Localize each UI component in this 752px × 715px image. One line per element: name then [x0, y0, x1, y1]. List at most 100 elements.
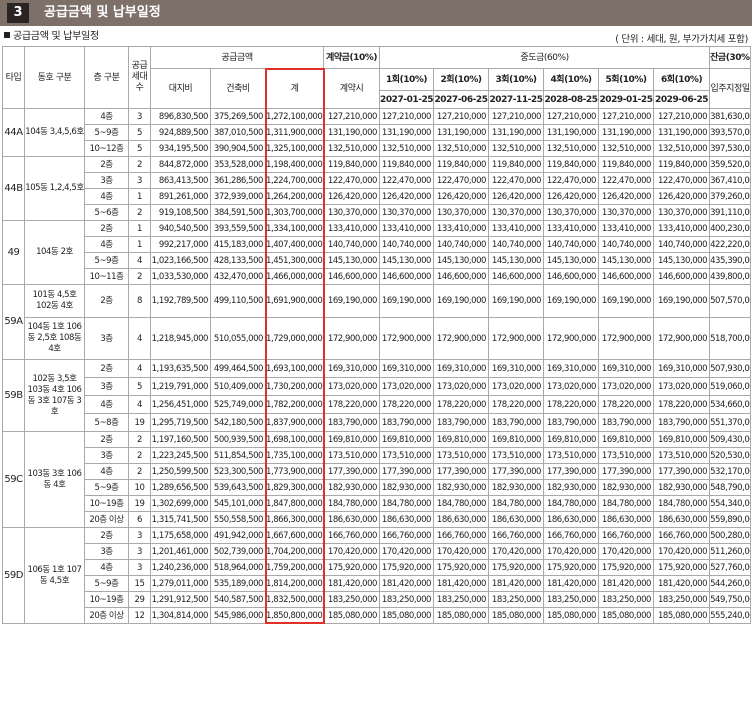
mid-1-cell: 126,420,000 [379, 188, 435, 205]
total-cell: 1,691,900,000 [264, 284, 325, 318]
mid-2-cell: 133,410,000 [433, 220, 490, 237]
mid-4-cell: 183,250,000 [543, 591, 600, 608]
deposit-cell: 182,930,000 [323, 479, 381, 496]
header-type: 타입 [2, 46, 25, 109]
total-cell: 1,325,100,000 [264, 140, 325, 157]
land-cell: 1,289,656,500 [150, 479, 211, 496]
total-cell: 1,837,900,000 [264, 413, 325, 432]
header-dong: 동호 구분 [24, 46, 85, 109]
land-cell: 1,256,451,000 [150, 395, 211, 414]
deposit-cell: 133,410,000 [323, 220, 381, 237]
floor-cell: 4층 [84, 188, 129, 205]
mid-3-cell: 183,250,000 [488, 591, 545, 608]
total-cell: 1,693,100,000 [264, 359, 325, 378]
balance-cell: 520,530,000 [709, 447, 752, 464]
floor-cell: 4층 [84, 559, 129, 576]
mid-5-cell: 178,220,000 [598, 395, 655, 414]
land-cell: 1,315,741,500 [150, 511, 211, 528]
mid-6-cell: 166,760,000 [653, 527, 711, 544]
mid-4-cell: 183,790,000 [543, 413, 600, 432]
deposit-cell: 127,210,000 [323, 108, 381, 125]
floor-cell: 5~8층 [84, 413, 129, 432]
mid-5-cell: 181,420,000 [598, 575, 655, 592]
subtitle-text: 공급금액 및 납부일정 [13, 31, 99, 42]
mid-2-cell: 175,920,000 [433, 559, 490, 576]
dong-cell: 104동 3,4,5,6호 [24, 108, 85, 157]
mid-6-cell: 178,220,000 [653, 395, 711, 414]
mid-1-cell: 173,020,000 [379, 377, 435, 396]
mid-3-cell: 173,020,000 [488, 377, 545, 396]
mid-6-cell: 172,900,000 [653, 317, 711, 360]
mid-1-cell: 177,390,000 [379, 463, 435, 480]
mid-2-cell: 131,190,000 [433, 124, 490, 141]
land-cell: 891,261,000 [150, 188, 211, 205]
deposit-cell: 175,920,000 [323, 559, 381, 576]
table-row: 10~19층 29 1,291,912,500 540,587,500 1,832,50… [3, 591, 752, 608]
mid-4-cell: 122,470,000 [543, 172, 600, 189]
mid-5-cell: 173,020,000 [598, 377, 655, 396]
total-cell: 1,773,900,000 [264, 463, 325, 480]
deposit-cell: 131,190,000 [323, 124, 381, 141]
mid-4-cell: 127,210,000 [543, 108, 600, 125]
mid-2-cell: 169,190,000 [433, 284, 490, 318]
balance-cell: 549,750,000 [709, 591, 752, 608]
mid-4-cell: 173,510,000 [543, 447, 600, 464]
table-row: 4층 3 1,240,236,000 518,964,000 1,759,200,000… [3, 559, 752, 576]
mid-2-cell: 173,020,000 [433, 377, 490, 396]
floor-cell: 5~9층 [84, 479, 129, 496]
building-cell: 511,854,500 [210, 447, 266, 464]
mid-5-cell: 169,310,000 [598, 359, 655, 378]
mid-2-cell: 183,790,000 [433, 413, 490, 432]
header-date: 2028-08-25 [543, 90, 600, 109]
balance-cell: 359,520,000 [709, 156, 752, 173]
header-deposit: 계약금(10%) [323, 46, 381, 69]
mid-6-cell: 126,420,000 [653, 188, 711, 205]
unit-note: ( 단위 : 세대, 원, 부가가치세 포함) [615, 34, 748, 45]
deposit-cell: 119,840,000 [323, 156, 381, 173]
table-row: 5~8층 19 1,295,719,500 542,180,500 1,837,900,… [3, 413, 752, 432]
balance-cell: 507,930,000 [709, 359, 752, 378]
mid-3-cell: 170,420,000 [488, 543, 545, 560]
land-cell: 1,223,245,500 [150, 447, 211, 464]
floor-cell: 4층 [84, 236, 129, 253]
mid-3-cell: 140,740,000 [488, 236, 545, 253]
building-cell: 523,300,500 [210, 463, 266, 480]
units-cell: 19 [128, 413, 151, 432]
mid-3-cell: 122,470,000 [488, 172, 545, 189]
mid-6-cell: 170,420,000 [653, 543, 711, 560]
section-title: 공급금액 및 납부일정 [44, 5, 161, 20]
total-cell: 1,759,200,000 [264, 559, 325, 576]
mid-5-cell: 146,600,000 [598, 268, 655, 285]
units-cell: 2 [128, 463, 151, 480]
balance-cell: 559,890,000 [709, 511, 752, 528]
deposit-cell: 183,250,000 [323, 591, 381, 608]
mid-3-cell: 132,510,000 [488, 140, 545, 157]
dong-cell: 106동 1호 107동 4,5호 [24, 527, 85, 624]
mid-3-cell: 133,410,000 [488, 220, 545, 237]
mid-3-cell: 169,190,000 [488, 284, 545, 318]
mid-6-cell: 184,780,000 [653, 495, 711, 512]
mid-1-cell: 184,780,000 [379, 495, 435, 512]
mid-6-cell: 132,510,000 [653, 140, 711, 157]
floor-cell: 4층 [84, 395, 129, 414]
balance-cell: 400,230,000 [709, 220, 752, 237]
floor-cell: 2층 [84, 284, 129, 318]
mid-4-cell: 132,510,000 [543, 140, 600, 157]
header-deposit-when: 계약시 [323, 68, 381, 109]
mid-1-cell: 183,250,000 [379, 591, 435, 608]
balance-cell: 544,260,000 [709, 575, 752, 592]
mid-5-cell: 177,390,000 [598, 463, 655, 480]
deposit-cell: 132,510,000 [323, 140, 381, 157]
mid-5-cell: 126,420,000 [598, 188, 655, 205]
balance-cell: 555,240,000 [709, 607, 752, 624]
mid-1-cell: 146,600,000 [379, 268, 435, 285]
floor-cell: 5~6층 [84, 204, 129, 221]
type-cell: 59D [2, 527, 25, 624]
mid-4-cell: 166,760,000 [543, 527, 600, 544]
total-cell: 1,847,800,000 [264, 495, 325, 512]
mid-3-cell: 185,080,000 [488, 607, 545, 624]
land-cell: 1,279,011,000 [150, 575, 211, 592]
balance-cell: 551,370,000 [709, 413, 752, 432]
total-cell: 1,730,200,000 [264, 377, 325, 396]
floor-cell: 3층 [84, 317, 129, 360]
